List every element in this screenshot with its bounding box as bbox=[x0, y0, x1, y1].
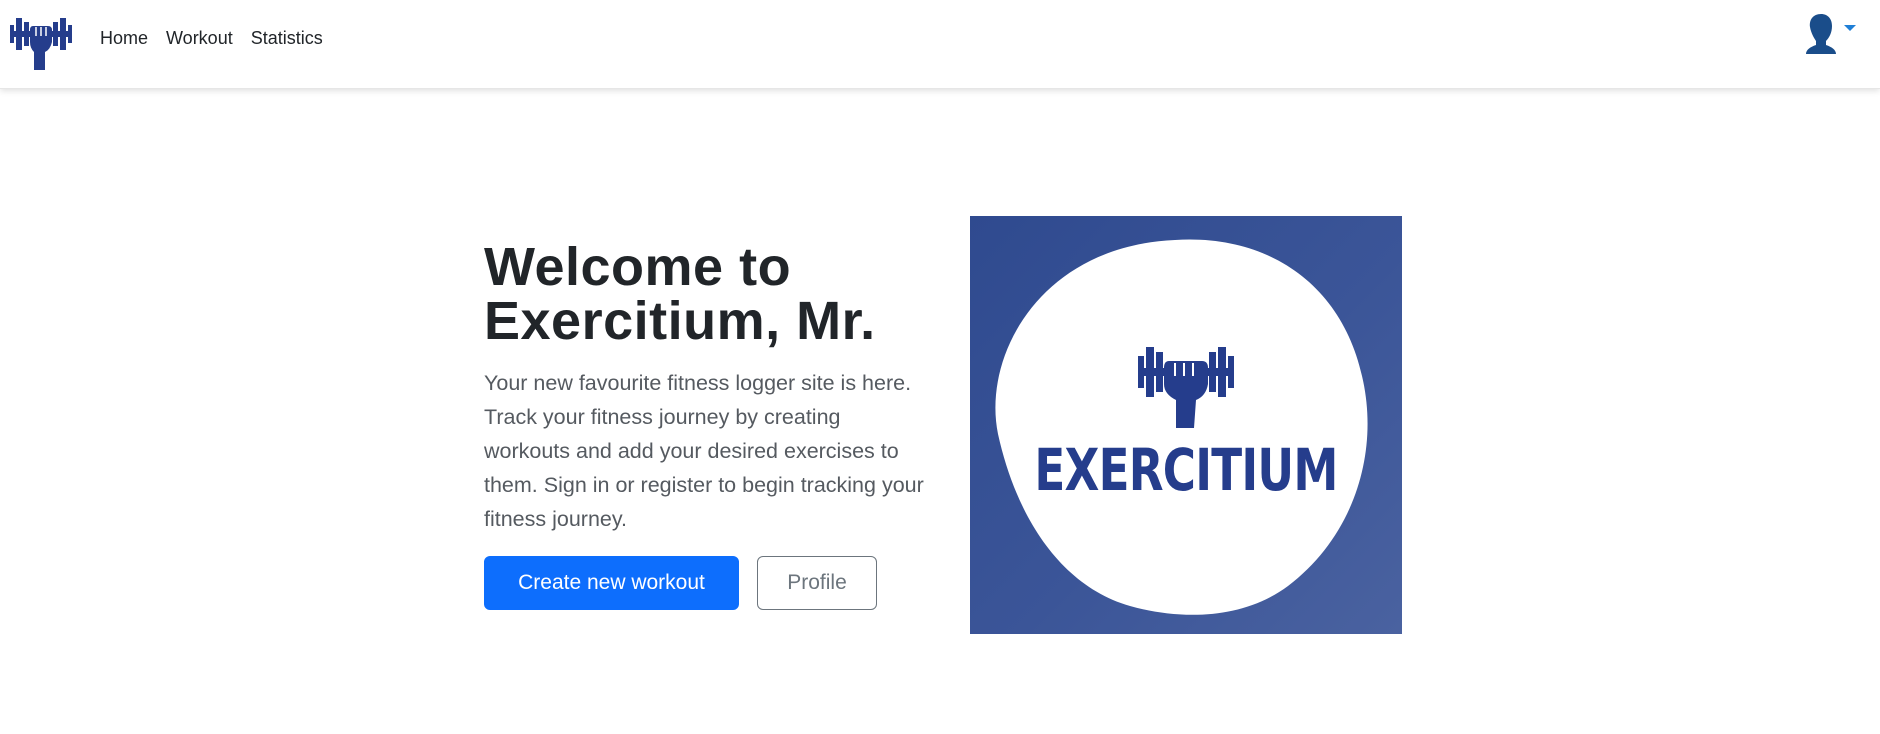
top-navbar: Home Workout Statistics bbox=[0, 0, 1880, 89]
hero-title-line-1: Welcome to bbox=[484, 237, 792, 297]
nav-link-home[interactable]: Home bbox=[100, 28, 148, 49]
hero-section: Welcome to Exercitium, Mr. Your new favo… bbox=[484, 240, 924, 610]
create-workout-button[interactable]: Create new workout bbox=[484, 556, 739, 610]
hero-description: Your new favourite fitness logger site i… bbox=[484, 371, 924, 531]
hero-actions: Create new workout Profile bbox=[484, 556, 924, 610]
hero-title-line-2: Exercitium, Mr. bbox=[484, 291, 876, 351]
main-nav: Home Workout Statistics bbox=[100, 28, 341, 49]
nav-link-statistics[interactable]: Statistics bbox=[251, 28, 323, 49]
brand-logo-icon[interactable] bbox=[8, 12, 74, 70]
caret-down-icon bbox=[1844, 25, 1856, 31]
logo-wordmark: EXERCITIUM bbox=[1034, 436, 1338, 504]
exercitium-logo-image: EXERCITIUM bbox=[970, 216, 1402, 634]
user-avatar-icon bbox=[1804, 12, 1838, 54]
user-menu-toggle[interactable] bbox=[1804, 12, 1856, 54]
nav-link-workout[interactable]: Workout bbox=[166, 28, 233, 49]
profile-button[interactable]: Profile bbox=[757, 556, 877, 610]
hero-title: Welcome to Exercitium, Mr. bbox=[484, 240, 924, 348]
